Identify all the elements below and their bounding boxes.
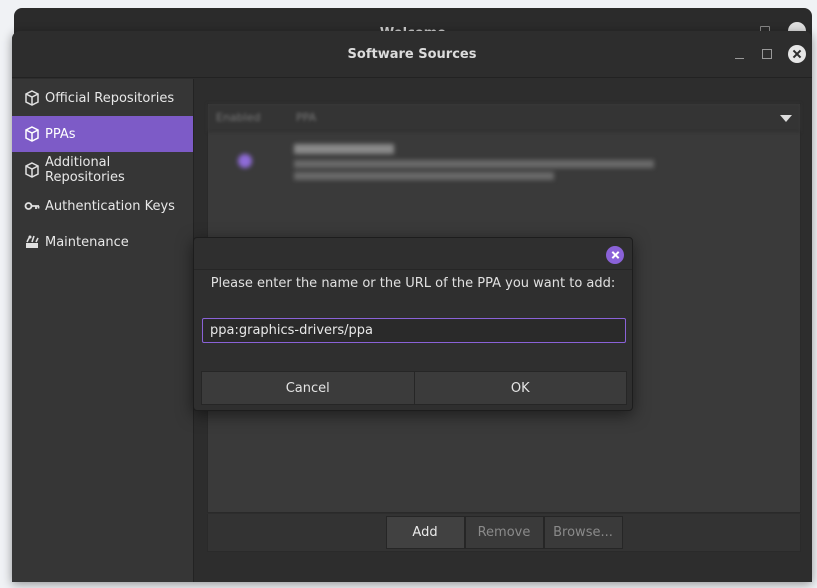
dialog-close-button[interactable] — [606, 246, 624, 264]
package-icon — [24, 90, 40, 106]
sidebar-item-ppas[interactable]: PPAs — [12, 116, 193, 152]
sidebar-item-label: Official Repositories — [45, 90, 175, 106]
list-item[interactable] — [238, 144, 658, 188]
dialog-titlebar — [194, 238, 632, 270]
sidebar-item-label: Authentication Keys — [45, 198, 175, 214]
close-button[interactable] — [788, 45, 806, 63]
add-button[interactable]: Add — [385, 516, 465, 549]
ok-button[interactable]: OK — [414, 371, 627, 405]
maximize-button[interactable] — [758, 45, 776, 63]
minimize-button[interactable] — [730, 45, 748, 63]
dialog-message: Please enter the name or the URL of the … — [210, 276, 616, 291]
sidebar-item-label: Additional Repositories — [45, 155, 125, 185]
sidebar-item-additional-repositories[interactable]: Additional Repositories — [12, 152, 193, 188]
package-icon — [24, 162, 40, 178]
remove-button[interactable]: Remove — [464, 516, 544, 549]
maintenance-icon — [24, 234, 40, 250]
browse-button[interactable]: Browse... — [543, 516, 623, 549]
ppa-toolbar: Add Remove Browse... — [207, 514, 801, 552]
sidebar-item-maintenance[interactable]: Maintenance — [12, 224, 193, 260]
add-ppa-dialog: Please enter the name or the URL of the … — [193, 237, 633, 411]
ppa-input[interactable] — [202, 318, 626, 343]
column-header-enabled[interactable]: Enabled — [216, 111, 296, 124]
titlebar: Software Sources — [12, 31, 812, 78]
sidebar-item-label: Maintenance — [45, 234, 129, 250]
sidebar: Official Repositories PPAs Additional Re… — [12, 79, 194, 582]
sidebar-item-authentication-keys[interactable]: Authentication Keys — [12, 188, 193, 224]
cancel-button[interactable]: Cancel — [201, 371, 415, 405]
package-icon — [24, 126, 40, 142]
sidebar-item-official-repositories[interactable]: Official Repositories — [12, 80, 193, 116]
sidebar-item-label: PPAs — [45, 126, 76, 142]
column-header-ppa[interactable]: PPA — [296, 111, 356, 124]
chevron-down-icon[interactable] — [780, 115, 792, 122]
window-title: Software Sources — [347, 47, 477, 62]
dialog-button-row: Cancel OK — [201, 371, 627, 405]
ppa-list-header: Enabled PPA — [208, 104, 800, 132]
key-icon — [24, 198, 40, 214]
